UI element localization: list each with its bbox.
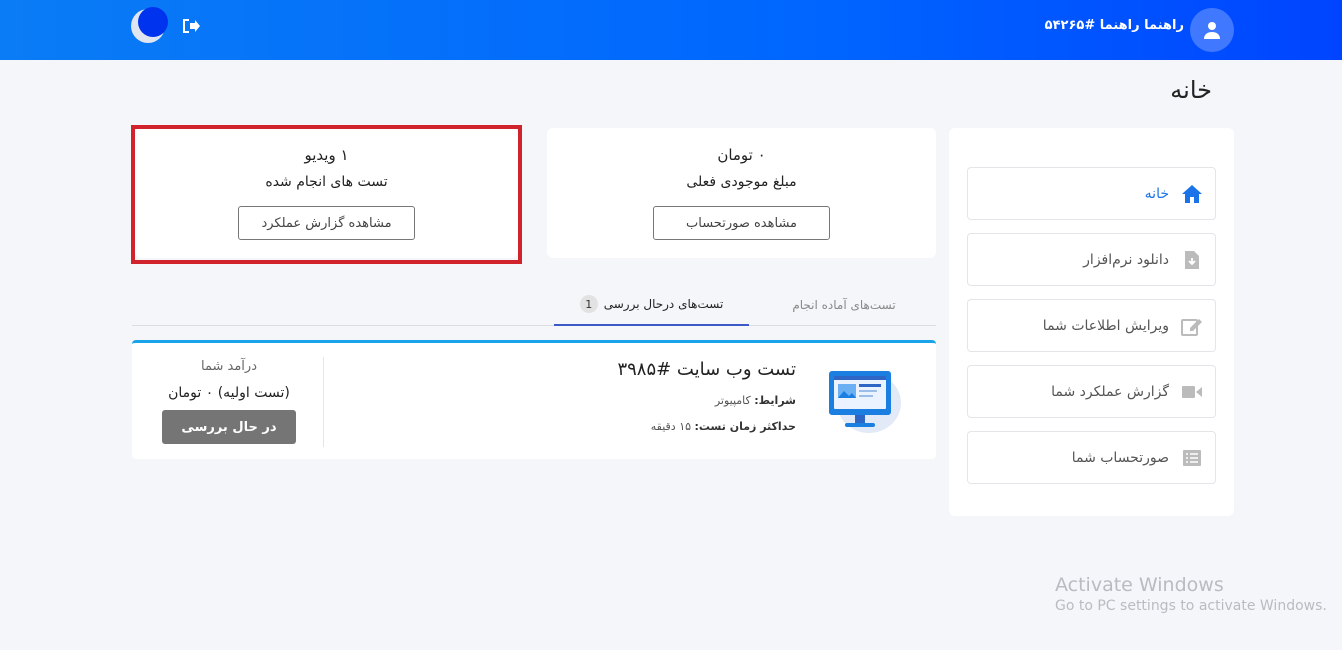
- list-icon: [1181, 448, 1203, 468]
- computer-icon: [825, 365, 903, 437]
- test-max-time: حداکثر زمان تست: ۱۵ دقیقه: [651, 420, 796, 433]
- watermark-title: Activate Windows: [1055, 574, 1224, 596]
- count-badge: 1: [579, 295, 598, 313]
- user-icon[interactable]: [1190, 8, 1234, 52]
- balance-value: ۰ تومان: [717, 146, 766, 164]
- in-review-button[interactable]: در حال بررسی: [162, 410, 296, 444]
- activate-windows-watermark: Activate Windows Go to PC settings to ac…: [1055, 574, 1327, 614]
- income-title: درآمد شما: [201, 359, 257, 374]
- highlight-frame: [131, 125, 522, 264]
- sidebar-item-label: گزارش عملکرد شما: [1051, 383, 1169, 400]
- sidebar-item-invoice[interactable]: صورتحساب شما: [967, 431, 1216, 484]
- divider: [323, 357, 324, 447]
- sidebar-item-edit-info[interactable]: ویرایش اطلاعات شما: [967, 299, 1216, 352]
- balance-card: ۰ تومان مبلغ موجودی فعلی مشاهده صورتحساب: [547, 128, 936, 258]
- tab-label: تست‌های آماده انجام: [792, 298, 896, 312]
- sidebar-item-label: خانه: [1144, 185, 1169, 202]
- tab-in-review-tests[interactable]: تست‌های درحال بررسی 1: [554, 284, 749, 326]
- test-tabs: تست‌های آماده انجام تست‌های درحال بررسی …: [132, 284, 936, 326]
- logout-icon[interactable]: [181, 17, 201, 35]
- conditions-label: شرایط:: [754, 394, 796, 407]
- income-value: (تست اولیه) ۰ تومان: [168, 385, 290, 401]
- page-title: خانه: [1170, 76, 1212, 104]
- user-name[interactable]: راهنما راهنما #۵۴۲۶۵: [1045, 18, 1184, 33]
- watermark-subtitle: Go to PC settings to activate Windows.: [1055, 598, 1327, 614]
- tab-ready-tests[interactable]: تست‌های آماده انجام: [752, 284, 936, 326]
- sidebar-item-label: ویرایش اطلاعات شما: [1042, 317, 1169, 334]
- conditions-value: کامپیوتر: [714, 394, 751, 407]
- test-card: تست وب سایت #۳۹۸۵ شرایط: کامپیوتر حداکثر…: [132, 340, 936, 459]
- home-icon: [1181, 184, 1203, 204]
- test-conditions: شرایط: کامپیوتر: [715, 394, 796, 407]
- video-icon: [1181, 382, 1203, 402]
- sidebar-item-label: دانلود نرم‌افزار: [1083, 251, 1169, 268]
- view-invoice-button[interactable]: مشاهده صورتحساب: [653, 206, 830, 240]
- test-title: تست وب سایت #۳۹۸۵: [617, 359, 796, 380]
- tab-label: تست‌های درحال بررسی: [603, 297, 724, 311]
- sidebar-item-performance[interactable]: گزارش عملکرد شما: [967, 365, 1216, 418]
- sidebar-item-label: صورتحساب شما: [1071, 449, 1169, 466]
- max-time-value: ۱۵ دقیقه: [650, 420, 692, 433]
- sidebar-item-home[interactable]: خانه: [967, 167, 1216, 220]
- sidebar-item-download[interactable]: دانلود نرم‌افزار: [967, 233, 1216, 286]
- max-time-label: حداکثر زمان تست:: [694, 420, 796, 433]
- sidebar: خانه دانلود نرم‌افزار ویرایش اطلاعات شما…: [949, 128, 1234, 516]
- edit-icon: [1181, 316, 1203, 336]
- balance-label: مبلغ موجودی فعلی: [686, 174, 797, 190]
- top-bar: راهنما راهنما #۵۴۲۶۵: [0, 0, 1342, 60]
- download-file-icon: [1181, 250, 1203, 270]
- moon-icon[interactable]: [131, 7, 168, 43]
